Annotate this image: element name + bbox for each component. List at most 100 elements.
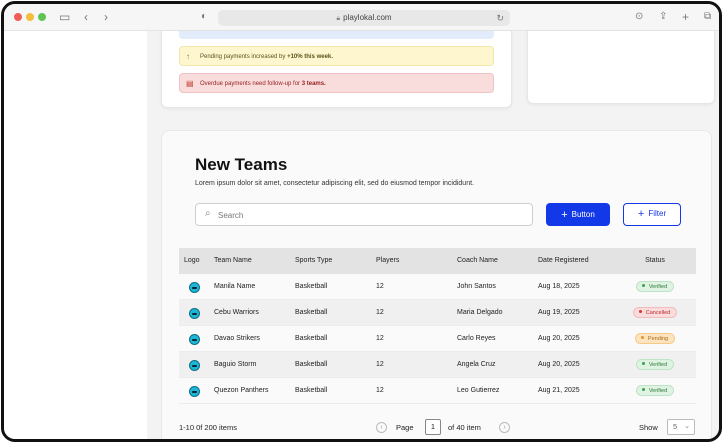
status-badge: Verified bbox=[635, 358, 675, 370]
forward-icon[interactable]: › bbox=[104, 9, 108, 25]
sidebar-toggle-icon[interactable]: ▭ bbox=[59, 9, 70, 25]
status-badge: Verified bbox=[635, 384, 675, 396]
column-header-team-name[interactable]: Team Name bbox=[214, 248, 252, 274]
primary-add-button[interactable]: + Button bbox=[546, 203, 610, 226]
column-header-status[interactable]: Status bbox=[619, 248, 691, 274]
address-bar[interactable]: 🔒︎ playlokal.com ↻ bbox=[218, 10, 510, 26]
status-label: Verified bbox=[648, 387, 668, 394]
status-dot bbox=[640, 335, 644, 339]
minimize-window-button[interactable] bbox=[26, 13, 34, 21]
status-dot bbox=[641, 283, 645, 287]
table-row[interactable]: Quezon Panthers Basketball 12 Leo Gutier… bbox=[179, 378, 696, 404]
coach-name: Leo Gutierrez bbox=[457, 387, 500, 394]
filter-button[interactable]: + Filter bbox=[623, 203, 681, 226]
column-header-logo[interactable]: Logo bbox=[184, 248, 200, 274]
team-name: Baguio Storm bbox=[214, 361, 257, 368]
reload-icon[interactable]: ↻ bbox=[496, 10, 504, 26]
date-registered: Aug 20, 2025 bbox=[538, 335, 580, 342]
page-size-select[interactable]: 5 ⌄ bbox=[667, 419, 695, 435]
team-logo-icon bbox=[189, 360, 200, 371]
status-cell: Verified bbox=[619, 378, 691, 404]
coach-name: John Santos bbox=[457, 283, 496, 290]
next-page-button[interactable]: › bbox=[499, 422, 510, 433]
table-row[interactable]: Davao Strikers Basketball 12 Carlo Reyes… bbox=[179, 326, 696, 352]
status-label: Pending bbox=[647, 335, 669, 342]
status-cell: Verified bbox=[619, 274, 691, 300]
overdue-payments-alert: ▤ Overdue payments need follow-up for 3 … bbox=[179, 73, 494, 93]
sidebar bbox=[4, 31, 147, 439]
coach-name: Angela Cruz bbox=[457, 361, 496, 368]
sports-type: Basketball bbox=[295, 335, 328, 342]
pending-alert-highlight: +10% this week. bbox=[287, 54, 333, 60]
status-badge: Pending bbox=[634, 332, 676, 344]
column-header-players[interactable]: Players bbox=[376, 248, 399, 274]
tabs-overview-icon[interactable]: ⧉ bbox=[704, 9, 711, 25]
table-header: Logo Team Name Sports Type Players Coach… bbox=[179, 248, 696, 274]
search-box[interactable]: ⌕ bbox=[195, 203, 533, 226]
chevron-down-icon: ⌄ bbox=[684, 423, 690, 430]
show-label: Show bbox=[639, 423, 658, 432]
team-name: Quezon Panthers bbox=[214, 387, 269, 394]
column-header-date-registered[interactable]: Date Registered bbox=[538, 248, 589, 274]
calendar-icon: ▤ bbox=[186, 79, 194, 88]
maximize-window-button[interactable] bbox=[38, 13, 46, 21]
pending-alert-text: Pending payments increased by bbox=[200, 54, 288, 60]
table-row[interactable]: Manila Name Basketball 12 John Santos Au… bbox=[179, 274, 696, 300]
share-icon[interactable]: ⇪ bbox=[659, 9, 667, 25]
team-logo-icon bbox=[189, 334, 200, 345]
pagination-bar: 1-10 0f 200 items ‹ Page 1 of 40 item › … bbox=[179, 419, 696, 439]
players-count: 12 bbox=[376, 335, 384, 342]
page-size-value: 5 bbox=[673, 422, 678, 431]
primary-button-label: Button bbox=[571, 210, 595, 219]
status-dot bbox=[641, 361, 645, 365]
team-name: Davao Strikers bbox=[214, 335, 260, 342]
team-name: Cebu Warriors bbox=[214, 309, 259, 316]
page-label: Page bbox=[396, 423, 414, 432]
players-count: 12 bbox=[376, 283, 384, 290]
page-number-input[interactable]: 1 bbox=[425, 419, 441, 435]
team-logo-icon bbox=[189, 282, 200, 293]
search-input[interactable] bbox=[218, 208, 518, 222]
team-logo-icon bbox=[189, 308, 200, 319]
status-cell: Pending bbox=[619, 326, 691, 352]
arrow-up-icon: ↑ bbox=[186, 52, 190, 61]
team-name: Manila Name bbox=[214, 283, 256, 290]
url-text: playlokal.com bbox=[343, 13, 392, 22]
info-alert bbox=[179, 31, 494, 39]
browser-toolbar: ▭ ‹ › ◐ 🔒︎ playlokal.com ↻ ⊙ ⇪ + ⧉ bbox=[4, 4, 719, 31]
page-title: New Teams bbox=[195, 155, 288, 174]
download-icon[interactable]: ⊙ bbox=[635, 9, 643, 25]
column-header-sports-type[interactable]: Sports Type bbox=[295, 248, 332, 274]
back-icon[interactable]: ‹ bbox=[84, 9, 88, 25]
sports-type: Basketball bbox=[295, 361, 328, 368]
players-count: 12 bbox=[376, 361, 384, 368]
coach-name: Carlo Reyes bbox=[457, 335, 496, 342]
column-header-coach-name[interactable]: Coach Name bbox=[457, 248, 498, 274]
date-registered: Aug 19, 2025 bbox=[538, 309, 580, 316]
players-count: 12 bbox=[376, 387, 384, 394]
plus-icon: + bbox=[561, 209, 568, 221]
shield-icon[interactable]: ◐ bbox=[201, 9, 207, 25]
status-badge: Verified bbox=[635, 280, 675, 292]
close-window-button[interactable] bbox=[14, 13, 22, 21]
new-tab-icon[interactable]: + bbox=[682, 9, 689, 25]
date-registered: Aug 18, 2025 bbox=[538, 283, 580, 290]
plus-icon: + bbox=[637, 208, 645, 220]
browser-window: ▭ ‹ › ◐ 🔒︎ playlokal.com ↻ ⊙ ⇪ + ⧉ ↑ Pend… bbox=[1, 1, 722, 442]
page-total-label: of 40 item bbox=[448, 423, 481, 432]
sports-type: Basketball bbox=[295, 309, 328, 316]
sports-type: Basketball bbox=[295, 283, 328, 290]
status-dot bbox=[638, 309, 642, 313]
filter-button-label: Filter bbox=[648, 209, 667, 218]
table-row[interactable]: Cebu Warriors Basketball 12 Maria Delgad… bbox=[179, 300, 696, 326]
date-registered: Aug 20, 2025 bbox=[538, 361, 580, 368]
pending-payments-alert: ↑ Pending payments increased by +10% thi… bbox=[179, 46, 494, 66]
status-cell: Cancelled bbox=[619, 300, 691, 326]
overdue-alert-highlight: 3 teams. bbox=[301, 81, 326, 87]
prev-page-button[interactable]: ‹ bbox=[376, 422, 387, 433]
table-row[interactable]: Baguio Storm Basketball 12 Angela Cruz A… bbox=[179, 352, 696, 378]
items-count: 1-10 0f 200 items bbox=[179, 423, 237, 432]
new-teams-card: New Teams Lorem ipsum dolor sit amet, co… bbox=[161, 130, 712, 439]
status-label: Verified bbox=[648, 361, 668, 368]
players-count: 12 bbox=[376, 309, 384, 316]
